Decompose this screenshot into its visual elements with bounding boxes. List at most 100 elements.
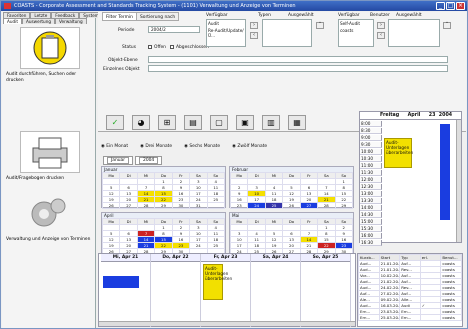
day-cell[interactable]: 27 <box>119 202 138 209</box>
tree-button[interactable]: ⊞ <box>158 115 176 130</box>
periode-label: Periode <box>118 28 135 33</box>
week-day-header: Mi, Apr 21 <box>101 254 150 262</box>
day-cell[interactable]: 26 <box>282 202 301 209</box>
benutzer-ausgewaehlt-list[interactable] <box>388 19 440 47</box>
typen-item-reaudit[interactable]: Re-Audit/Update/Ü... <box>207 27 245 39</box>
typen-ausgewaehlt-list[interactable] <box>262 19 312 47</box>
remove-typ-button[interactable]: ‹ <box>250 32 258 39</box>
radio-sechs-monate[interactable]: ◉ Sechs Monate <box>184 144 220 149</box>
benutzer-item-coasts[interactable]: coasts <box>339 27 373 34</box>
radio-zwoelf-monate-label: Zwölf Monate <box>237 144 268 149</box>
day-view: Freitag April 23 2004 8:00 8:30 9:00 9:30 10… <box>359 111 462 246</box>
day-cell[interactable]: 27 <box>299 202 319 209</box>
hour-label: 13:30 <box>360 198 382 204</box>
hour-label: 12:00 <box>360 177 382 183</box>
day-cell[interactable]: 28 <box>136 202 156 209</box>
week-day-column[interactable]: So, Apr 25 <box>301 254 351 327</box>
minimize-button[interactable]: _ <box>436 2 445 10</box>
verfuegbar-label: Verfügbar <box>206 13 228 18</box>
tile-audit[interactable]: Audit durchführen, Suchen oder drucken <box>6 27 94 83</box>
benutzer-up-button[interactable]: ˄ <box>443 22 451 29</box>
tile-termine[interactable]: Verwaltung und Anzeige von Terminen <box>6 192 94 243</box>
einzelnes-objekt-label: Einzelnes Objekt <box>103 67 140 72</box>
radio-drei-monate[interactable]: ◉ Drei Monate <box>140 144 172 149</box>
day-event[interactable]: Audit-Unterlagen überarbeiten <box>384 138 413 168</box>
month-prev-label: Januar <box>107 157 130 164</box>
radio-zwoelf-monate[interactable]: ◉ Zwölf Monate <box>232 144 267 149</box>
list-cell: 23.03.20... <box>378 308 401 315</box>
week-event-blue[interactable] <box>103 276 139 288</box>
week-day-column[interactable]: Do, Apr 22 <box>151 254 201 327</box>
list-cell: coasts <box>440 314 462 321</box>
benutzer-verfuegbar-label: Verfügbar <box>338 13 360 18</box>
tab-filter-termin[interactable]: Filter Termin <box>102 12 137 21</box>
tab-auswertung[interactable]: Auswertung <box>21 18 56 24</box>
day-cell[interactable]: 29 <box>334 202 354 209</box>
day-cell[interactable]: 25 <box>264 202 284 209</box>
periode-select[interactable]: 2004/2 <box>148 26 200 33</box>
book-button[interactable]: ▥ <box>262 115 280 130</box>
ok-check-button[interactable]: ✓ <box>106 115 124 130</box>
day-cell[interactable]: 28 <box>317 202 336 209</box>
hour-label: 9:30 <box>360 142 382 148</box>
tile-print-label: Audit/Fragebogen drucken <box>6 176 64 181</box>
hour-label: 15:00 <box>360 219 382 225</box>
tab-verwaltung[interactable]: Verwaltung <box>55 18 87 24</box>
benutzer-verfuegbar-list[interactable]: Self-Audit coasts <box>338 19 374 47</box>
month-nav: Januar 2004 <box>103 156 163 165</box>
benutzer-label: Benutzer <box>370 13 390 18</box>
remove-benutzer-button[interactable]: ‹ <box>377 32 385 39</box>
list-row[interactable]: Ern... 25.03.20... Ern... coasts <box>358 314 462 321</box>
week-view: Mi, Apr 21 Do, Apr 22 Fr, Apr 23 Sa, Apr 24… <box>98 253 356 327</box>
status-abgeschlossen-checkbox[interactable] <box>170 45 174 49</box>
day-cell[interactable]: 29 <box>154 202 173 209</box>
maximize-button[interactable]: □ <box>446 2 455 10</box>
hour-label: 8:00 <box>360 121 382 127</box>
day-cell[interactable]: 26 <box>101 202 121 209</box>
list-cell: 21.01.20... <box>378 266 401 273</box>
hour-label: 11:30 <box>360 170 382 176</box>
year-button[interactable]: 2004 <box>135 156 163 165</box>
tile-print[interactable]: Audit/Fragebogen drucken <box>6 131 94 182</box>
day-month: April <box>407 113 421 118</box>
month-prev-button[interactable]: Januar <box>103 156 134 165</box>
radio-ein-monat[interactable]: ◉ Ein Monat <box>101 144 128 149</box>
title-bar: COASTS - Corporate Assessment and Standa… <box>1 1 467 11</box>
day-cell[interactable]: 23 <box>229 202 249 209</box>
week-day-column[interactable]: Mi, Apr 21 <box>101 254 151 327</box>
save-button[interactable]: ▤ <box>184 115 202 130</box>
day-scrollbar[interactable] <box>456 120 461 242</box>
einzelnes-objekt-select[interactable] <box>148 65 448 72</box>
day-cell[interactable]: 30 <box>171 202 191 209</box>
day-event-blue[interactable] <box>440 124 450 220</box>
week-scrollbar[interactable] <box>99 321 355 326</box>
hour-label: 13:00 <box>360 191 382 197</box>
clear-button[interactable]: ◕ <box>132 115 150 130</box>
tab-audit[interactable]: Audit <box>3 18 22 24</box>
day-cell[interactable] <box>206 202 226 209</box>
add-typ-button[interactable]: › <box>250 22 258 29</box>
list-cell: 24.02.20... <box>378 284 401 291</box>
hour-label: 9:00 <box>360 135 382 141</box>
tab-sortierung[interactable]: Sortierung nach <box>136 12 180 21</box>
close-button[interactable]: × <box>456 2 465 10</box>
new-button[interactable]: ▢ <box>210 115 228 130</box>
left-panel: Favoriten Letzte Feedback System Audit A… <box>2 12 103 328</box>
typen-verfuegbar-list[interactable]: Audit Re-Audit/Update/Ü... <box>206 19 246 47</box>
tile-termine-label: Verwaltung und Anzeige von Terminen <box>6 237 91 242</box>
print-button[interactable]: ▦ <box>288 115 306 130</box>
day-number: 23 <box>428 113 436 118</box>
objekt-ebene-select[interactable] <box>148 56 448 63</box>
week-event[interactable]: Audit-Unterlagen überarbeiten <box>203 264 232 300</box>
list-cell: 27.02.20... <box>378 290 401 297</box>
day-cell[interactable]: 24 <box>247 202 266 209</box>
day-cell[interactable]: 31 <box>189 202 208 209</box>
add-benutzer-button[interactable]: › <box>377 22 385 29</box>
typen-up-button[interactable]: ˄ <box>316 22 324 29</box>
week-day-column[interactable]: Sa, Apr 24 <box>251 254 301 327</box>
benutzer-item-self-audit[interactable]: Self-Audit <box>339 20 373 27</box>
edit-button[interactable]: ▣ <box>236 115 254 130</box>
benutzer-ausgewaehlt-label: Ausgewählt <box>396 13 422 18</box>
typen-item-audit[interactable]: Audit <box>207 20 245 27</box>
status-offen-checkbox[interactable] <box>148 45 152 49</box>
